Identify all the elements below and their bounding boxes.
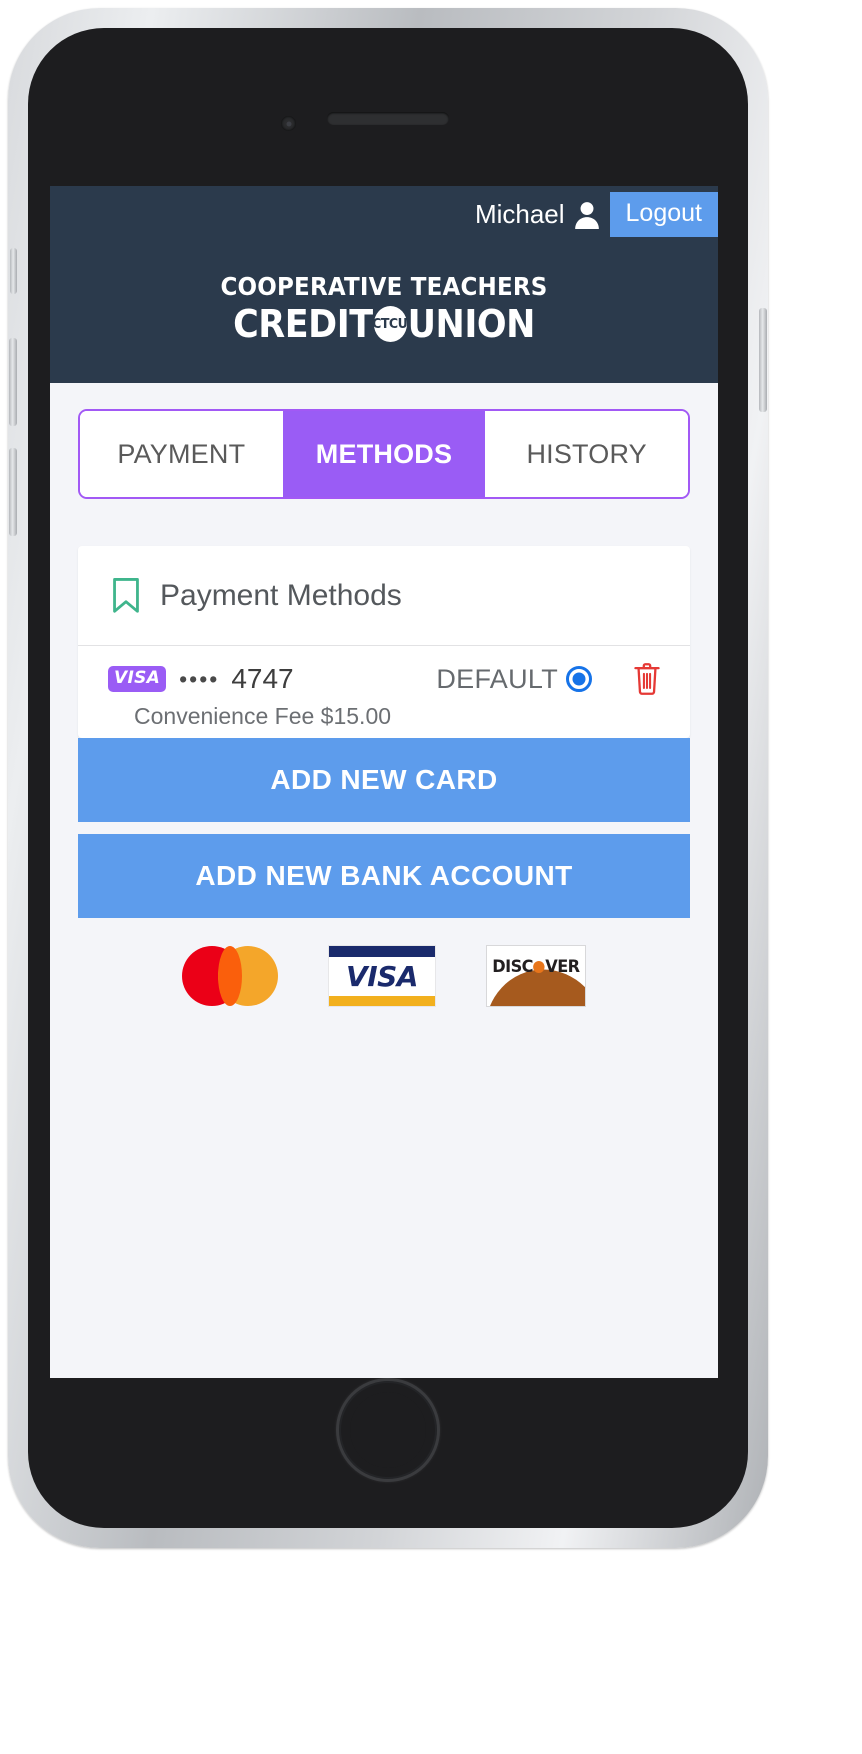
ctcu-logo: COOPERATIVE TEACHERS CREDIT CTCU UNION [50, 272, 718, 346]
convenience-fee-text: Convenience Fee $15.00 [134, 703, 392, 729]
payment-method-main: VISA •••• 4747 DEFAULT [108, 663, 660, 695]
discover-text-after: VER [545, 957, 580, 977]
app-header: Michael Logout COOPERATIVE TEACHERS CRED… [50, 186, 718, 383]
tab-bar: PAYMENT METHODS HISTORY [78, 409, 690, 499]
tab-history[interactable]: HISTORY [485, 411, 688, 497]
volume-down-button[interactable] [9, 448, 17, 536]
earpiece-speaker [327, 112, 449, 125]
power-button[interactable] [759, 308, 767, 412]
ctcu-apple-badge-icon: CTCU [372, 306, 408, 342]
bookmark-icon [113, 578, 139, 613]
discover-text-before: DISC [492, 957, 534, 977]
payment-method-row: VISA •••• 4747 DEFAULT Convenience Fee $… [78, 646, 690, 738]
person-icon [574, 201, 599, 229]
visa-logo-icon: VISA [328, 945, 436, 1007]
logo-line-credit-union: CREDIT CTCU UNION [77, 302, 692, 346]
payment-methods-card: Payment Methods VISA •••• 4747 DEFAULT C… [78, 546, 690, 738]
card-last4: 4747 [231, 663, 294, 694]
logo-line-cooperative-teachers: COOPERATIVE TEACHERS [220, 272, 548, 301]
top-bar: Michael Logout [50, 186, 718, 237]
tab-bar-container: PAYMENT METHODS HISTORY [50, 383, 718, 499]
add-new-card-button[interactable]: ADD NEW CARD [78, 738, 690, 822]
ctcu-badge-text: CTCU [372, 316, 408, 332]
visa-logo-text: VISA [346, 960, 418, 993]
default-label: DEFAULT [436, 663, 558, 694]
page-title: Payment Methods [160, 579, 402, 612]
front-camera-icon [281, 116, 296, 131]
payment-methods-header: Payment Methods [78, 546, 690, 646]
add-new-bank-account-button[interactable]: ADD NEW BANK ACCOUNT [78, 834, 690, 918]
default-radio-button[interactable] [566, 666, 592, 692]
masked-card-digits: •••• [179, 665, 220, 692]
phone-mockup: Michael Logout COOPERATIVE TEACHERS CRED… [0, 0, 862, 1754]
home-button[interactable] [336, 1378, 440, 1482]
tab-methods[interactable]: METHODS [282, 411, 486, 497]
mastercard-logo-icon [182, 946, 278, 1006]
tab-payment[interactable]: PAYMENT [80, 411, 283, 497]
logo-word-credit: CREDIT [233, 302, 373, 346]
accepted-card-brands: VISA DISC VER [50, 945, 718, 1007]
user-account[interactable]: Michael [475, 193, 610, 236]
discover-logo-icon: DISC VER [486, 945, 586, 1007]
logo-word-union: UNION [407, 302, 536, 346]
visa-brand-badge: VISA [108, 666, 167, 692]
user-name: Michael [474, 199, 565, 229]
volume-up-button[interactable] [9, 338, 17, 426]
logout-button[interactable]: Logout [609, 192, 718, 237]
discover-o-dot-icon [533, 961, 545, 973]
trash-icon[interactable] [634, 663, 660, 695]
app-screen: Michael Logout COOPERATIVE TEACHERS CRED… [50, 186, 718, 1378]
mute-switch[interactable] [10, 248, 17, 294]
